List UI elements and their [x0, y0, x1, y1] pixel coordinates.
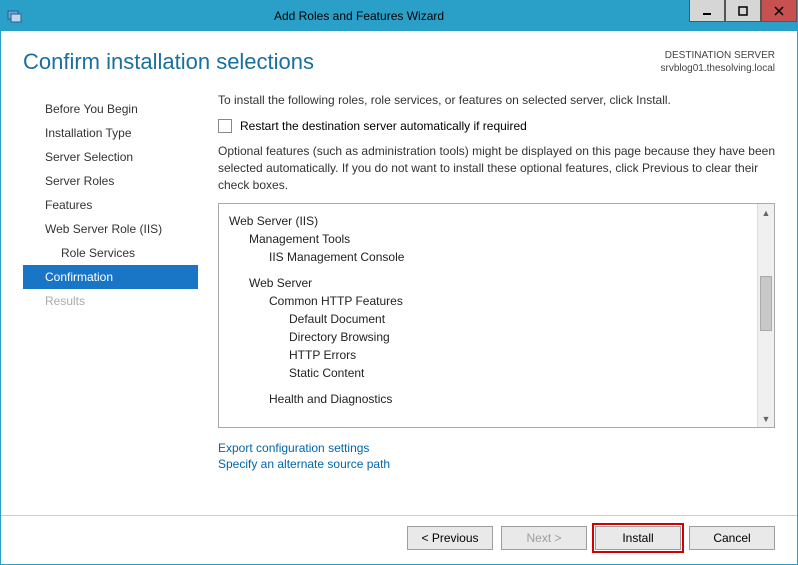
tree-item: IIS Management Console	[229, 248, 747, 266]
restart-label: Restart the destination server automatic…	[240, 119, 527, 133]
action-links: Export configuration settings Specify an…	[218, 440, 775, 472]
restart-checkbox[interactable]	[218, 119, 232, 133]
tree-item: Health and Diagnostics	[229, 390, 747, 408]
features-tree: Web Server (IIS)Management ToolsIIS Mana…	[218, 203, 775, 428]
titlebar: Add Roles and Features Wizard	[1, 1, 797, 31]
destination-label: DESTINATION SERVER	[660, 49, 775, 62]
scroll-up-arrow[interactable]: ▲	[758, 204, 774, 221]
nav-item-confirmation[interactable]: Confirmation	[23, 265, 198, 289]
footer: < Previous Next > Install Cancel	[1, 515, 797, 564]
cancel-button[interactable]: Cancel	[689, 526, 775, 550]
tree-content: Web Server (IIS)Management ToolsIIS Mana…	[219, 204, 757, 427]
nav-item-server-selection[interactable]: Server Selection	[23, 145, 198, 169]
nav-item-before-you-begin[interactable]: Before You Begin	[23, 97, 198, 121]
scroll-track[interactable]	[758, 221, 774, 410]
header-row: Confirm installation selections DESTINAT…	[23, 49, 775, 75]
nav-item-installation-type[interactable]: Installation Type	[23, 121, 198, 145]
nav-item-features[interactable]: Features	[23, 193, 198, 217]
nav-item-results: Results	[23, 289, 198, 313]
nav-item-server-roles[interactable]: Server Roles	[23, 169, 198, 193]
app-icon	[1, 8, 29, 24]
wizard-nav: Before You BeginInstallation TypeServer …	[23, 93, 198, 505]
instruction-text: To install the following roles, role ser…	[218, 93, 775, 107]
tree-item: HTTP Errors	[229, 346, 747, 364]
nav-item-web-server-role-iis-[interactable]: Web Server Role (IIS)	[23, 217, 198, 241]
previous-button[interactable]: < Previous	[407, 526, 493, 550]
minimize-button[interactable]	[689, 0, 725, 22]
next-button: Next >	[501, 526, 587, 550]
tree-item: Static Content	[229, 364, 747, 382]
destination-info: DESTINATION SERVER srvblog01.thesolving.…	[660, 49, 775, 75]
alt-source-link[interactable]: Specify an alternate source path	[218, 456, 775, 472]
main-panel: To install the following roles, role ser…	[198, 93, 775, 505]
wizard-window: Add Roles and Features Wizard Confirm in…	[0, 0, 798, 565]
tree-item: Directory Browsing	[229, 328, 747, 346]
scroll-down-arrow[interactable]: ▼	[758, 410, 774, 427]
scrollbar[interactable]: ▲ ▼	[757, 204, 774, 427]
description-text: Optional features (such as administratio…	[218, 143, 775, 193]
content-area: Confirm installation selections DESTINAT…	[1, 31, 797, 515]
maximize-button[interactable]	[725, 0, 761, 22]
tree-item: Common HTTP Features	[229, 292, 747, 310]
tree-item: Web Server	[229, 274, 747, 292]
body-row: Before You BeginInstallation TypeServer …	[23, 93, 775, 505]
install-button[interactable]: Install	[595, 526, 681, 550]
window-title: Add Roles and Features Wizard	[29, 9, 689, 23]
window-buttons	[689, 1, 797, 31]
scroll-thumb[interactable]	[760, 276, 772, 331]
export-link[interactable]: Export configuration settings	[218, 440, 775, 456]
destination-server: srvblog01.thesolving.local	[660, 62, 775, 75]
tree-item: Web Server (IIS)	[229, 212, 747, 230]
tree-item: Default Document	[229, 310, 747, 328]
tree-item: Management Tools	[229, 230, 747, 248]
nav-item-role-services[interactable]: Role Services	[23, 241, 198, 265]
restart-option[interactable]: Restart the destination server automatic…	[218, 119, 775, 133]
close-button[interactable]	[761, 0, 797, 22]
page-title: Confirm installation selections	[23, 49, 314, 75]
